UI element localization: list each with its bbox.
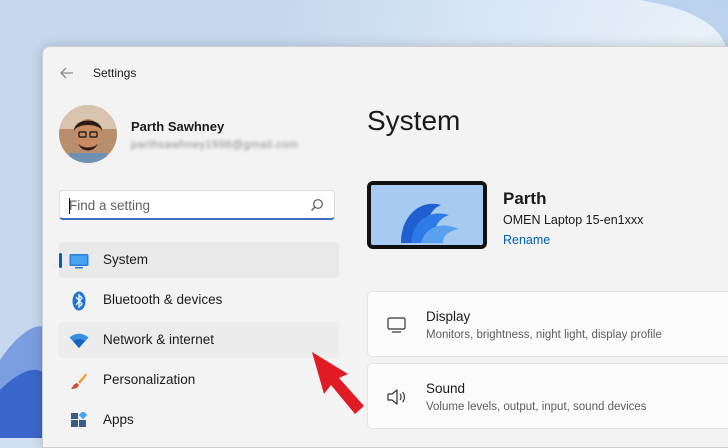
sidebar-item-system[interactable]: System — [59, 242, 339, 278]
device-info: Parth OMEN Laptop 15-en1xxx Rename — [367, 181, 728, 251]
sound-card[interactable]: Sound Volume levels, output, input, soun… — [367, 363, 728, 429]
text-caret — [69, 198, 70, 214]
user-name: Parth Sawhney — [131, 119, 225, 134]
device-model: OMEN Laptop 15-en1xxx — [503, 213, 644, 227]
settings-window: Settings Parth Sawhney parthsawhney1998@… — [42, 46, 728, 448]
sidebar-item-network[interactable]: Network & internet — [59, 322, 339, 358]
sidebar-item-apps[interactable]: Apps — [59, 402, 339, 438]
speaker-icon — [387, 389, 405, 405]
sidebar-item-label: Apps — [103, 412, 134, 427]
page-title: System — [367, 105, 461, 136]
sidebar-item-bluetooth[interactable]: Bluetooth & devices — [59, 282, 339, 318]
selection-indicator — [59, 253, 62, 268]
back-arrow-icon — [60, 67, 73, 79]
brush-icon — [69, 371, 89, 391]
rename-link[interactable]: Rename — [503, 233, 550, 247]
window-title: Settings — [93, 66, 137, 80]
display-card[interactable]: Display Monitors, brightness, night ligh… — [367, 291, 728, 357]
card-title: Sound — [426, 381, 466, 396]
search-input[interactable] — [69, 196, 299, 214]
bluetooth-icon — [69, 291, 89, 311]
avatar — [59, 105, 117, 163]
card-subtitle: Volume levels, output, input, sound devi… — [426, 401, 647, 413]
wifi-icon — [69, 331, 89, 351]
sidebar-item-label: Bluetooth & devices — [103, 292, 223, 307]
device-thumbnail — [367, 181, 487, 249]
sidebar-nav: System Bluetooth & devices Network & int… — [59, 242, 339, 442]
search-box[interactable] — [59, 190, 335, 220]
back-button[interactable] — [55, 61, 79, 85]
user-profile[interactable]: Parth Sawhney parthsawhney1998@gmail.com — [59, 105, 329, 165]
system-icon — [69, 251, 89, 271]
sidebar-item-label: Personalization — [103, 372, 196, 387]
search-icon[interactable] — [310, 198, 324, 212]
card-title: Display — [426, 309, 471, 324]
sidebar-item-personalization[interactable]: Personalization — [59, 362, 339, 398]
card-subtitle: Monitors, brightness, night light, displ… — [426, 329, 662, 341]
annotation-arrow-icon — [312, 352, 364, 414]
monitor-icon — [387, 317, 406, 333]
user-email: parthsawhney1998@gmail.com — [131, 139, 299, 151]
sidebar-item-label: Network & internet — [103, 332, 215, 347]
title-bar: Settings — [43, 47, 728, 99]
device-name: Parth — [503, 189, 547, 208]
apps-icon — [69, 411, 89, 431]
sidebar-item-label: System — [103, 252, 149, 267]
